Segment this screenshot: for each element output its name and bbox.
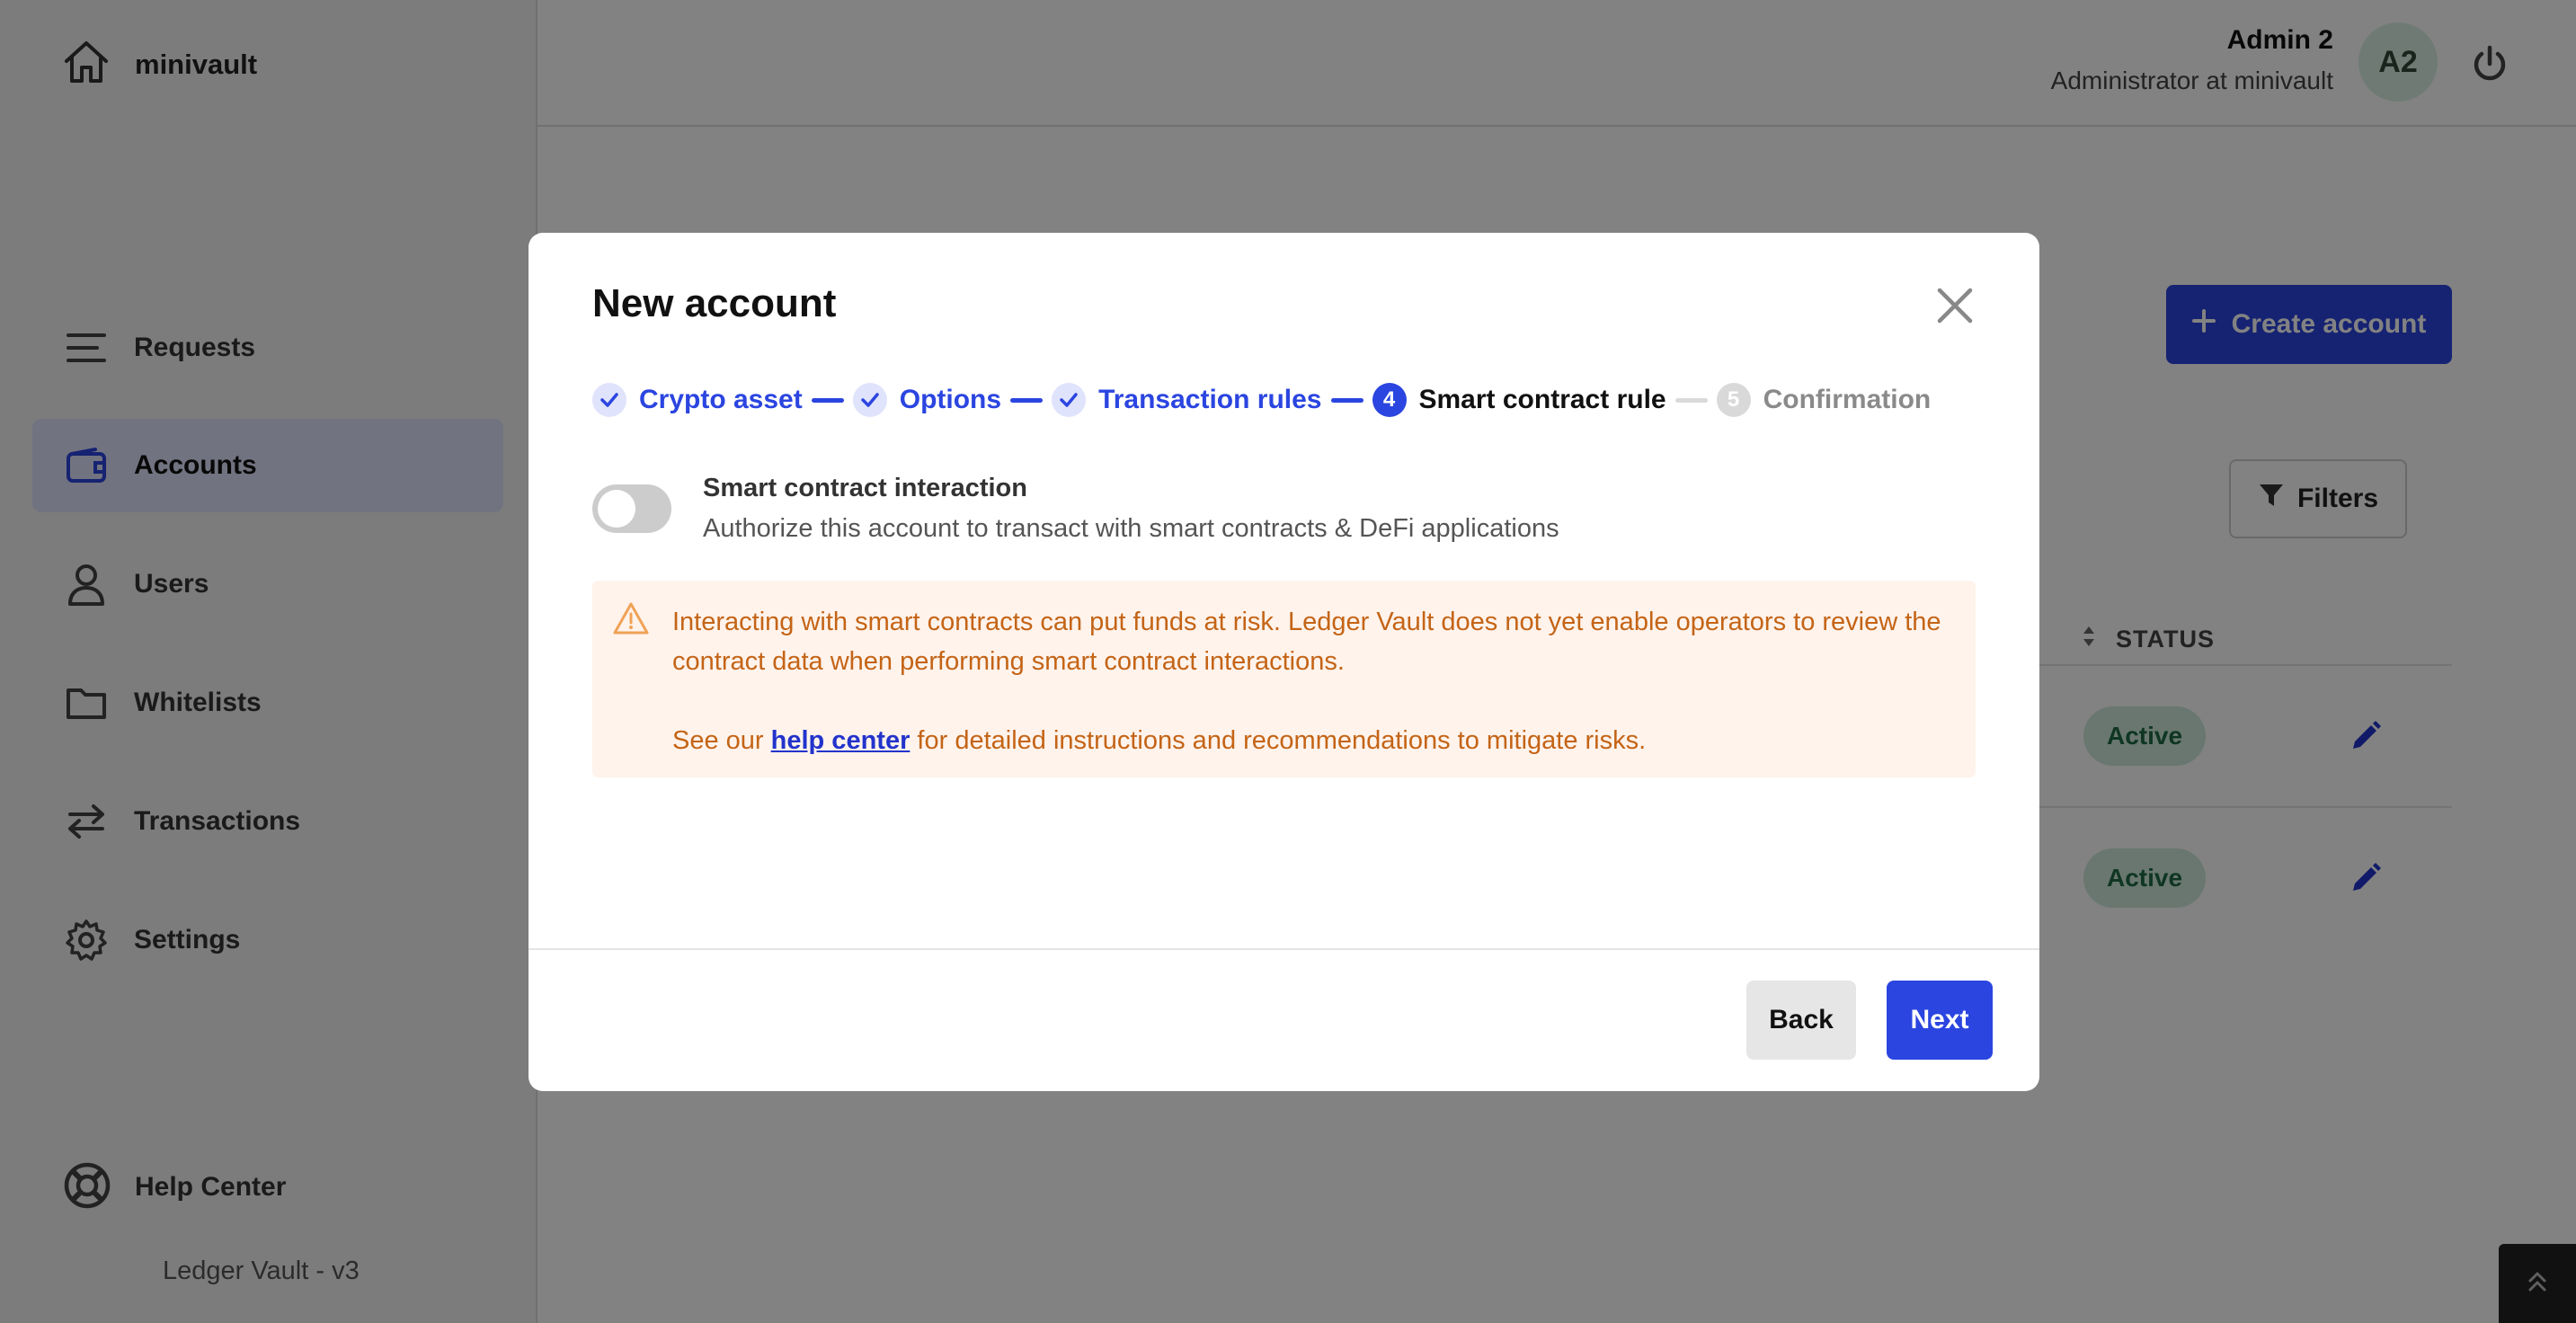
warning-suffix: for detailed instructions and recommenda…: [910, 726, 1647, 755]
modal-title: New account: [592, 281, 837, 325]
step-label: Options: [899, 385, 1002, 414]
modal-footer-divider: [529, 948, 2039, 950]
step-confirmation: 5 Confirmation: [1716, 383, 1932, 417]
step-smart-contract-rule: 4 Smart contract rule: [1372, 383, 1666, 417]
new-account-modal: New account Crypto asset Options Transac…: [529, 233, 2039, 1091]
step-options[interactable]: Options: [852, 383, 1002, 417]
warning-help-text: See our help center for detailed instruc…: [672, 721, 1646, 760]
step-number: 4: [1372, 383, 1407, 417]
toggle-knob: [598, 490, 635, 528]
check-icon: [592, 383, 626, 417]
step-label: Crypto asset: [639, 385, 803, 414]
check-icon: [852, 383, 887, 417]
warning-text: Interacting with smart contracts can put…: [672, 608, 1941, 676]
step-label: Smart contract rule: [1418, 385, 1666, 414]
toggle-title: Smart contract interaction: [703, 474, 1027, 502]
close-button[interactable]: [1934, 285, 1976, 326]
help-center-link[interactable]: help center: [771, 726, 910, 755]
step-crypto-asset[interactable]: Crypto asset: [592, 383, 803, 417]
warning-triangle-icon: [612, 600, 650, 636]
step-indicator: Crypto asset Options Transaction rules 4…: [592, 380, 1931, 420]
close-icon: [1934, 288, 1976, 330]
warning-alert: Interacting with smart contracts can put…: [592, 581, 1976, 777]
step-connector: [1010, 397, 1044, 403]
step-transaction-rules[interactable]: Transaction rules: [1052, 383, 1322, 417]
smart-contract-toggle[interactable]: [592, 484, 671, 533]
warning-prefix: See our: [672, 726, 771, 755]
check-icon: [1052, 383, 1087, 417]
step-number: 5: [1716, 383, 1751, 417]
step-connector: [1330, 397, 1364, 403]
step-connector: [811, 397, 844, 403]
back-button[interactable]: Back: [1746, 981, 1856, 1060]
toggle-description: Authorize this account to transact with …: [703, 514, 1559, 543]
step-label: Transaction rules: [1098, 385, 1322, 414]
next-button[interactable]: Next: [1887, 981, 1993, 1060]
step-connector: [1674, 397, 1708, 403]
step-label: Confirmation: [1763, 385, 1932, 414]
